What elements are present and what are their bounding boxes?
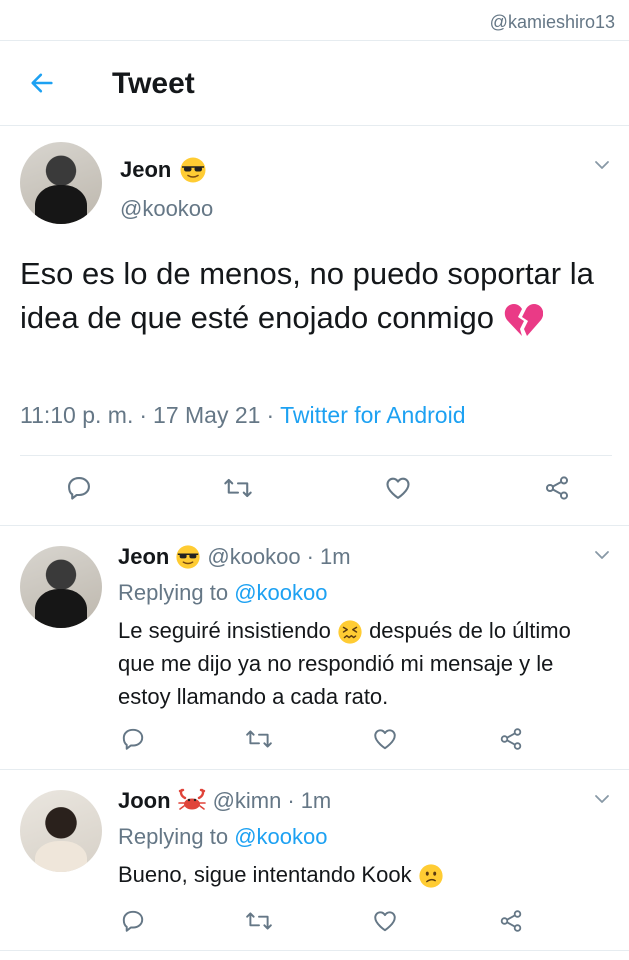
- replying-to-label: Replying to: [118, 580, 229, 605]
- broken-heart-emoji-icon: [504, 303, 543, 336]
- reply-icon: [68, 477, 90, 500]
- author-handle[interactable]: @kimn: [213, 788, 282, 814]
- author-handle[interactable]: @kookoo: [207, 544, 300, 570]
- tweet-actions: [64, 473, 572, 503]
- share-button[interactable]: [496, 906, 526, 936]
- author-name[interactable]: Joon: [118, 788, 171, 814]
- heart-icon: [374, 729, 396, 750]
- author-name: Jeon: [120, 157, 172, 182]
- sunglasses-emoji-icon: [176, 545, 200, 569]
- reply-button[interactable]: [64, 473, 94, 503]
- tweet-text-part: Le seguiré insistiendo: [118, 618, 331, 643]
- replying-to: Replying to @kookoo: [118, 824, 327, 850]
- heart-icon: [374, 911, 396, 932]
- divider: [20, 455, 612, 456]
- chevron-down-icon[interactable]: [594, 794, 610, 804]
- tweet-time: 1m: [300, 788, 332, 813]
- tweet-time: 11:10 p. m.: [20, 402, 134, 428]
- meta-separator: ·: [306, 544, 314, 569]
- top-bar: Tweet: [0, 40, 629, 126]
- like-button[interactable]: [370, 724, 400, 754]
- tweet-meta: 11:10 p. m. · 17 May 21 · Twitter for An…: [20, 402, 465, 429]
- meta-separator: ·: [139, 402, 148, 428]
- meta-separator: ·: [266, 402, 275, 428]
- retweet-icon: [224, 478, 253, 498]
- tweet-actions: [118, 906, 526, 936]
- like-button[interactable]: [370, 906, 400, 936]
- tweet-actions: [118, 724, 526, 754]
- reply-icon: [122, 910, 144, 932]
- tweet-text-part: Bueno, sigue intentando Kook: [118, 862, 412, 887]
- tweet-date: 17 May 21: [153, 402, 261, 428]
- reply-button[interactable]: [118, 724, 148, 754]
- reply-header: Jeon @kookoo · 1m: [118, 544, 351, 570]
- share-button[interactable]: [542, 473, 572, 503]
- sunglasses-emoji-icon: [180, 157, 206, 183]
- replying-to-label: Replying to: [118, 824, 229, 849]
- chevron-down-icon[interactable]: [594, 160, 610, 170]
- author-name[interactable]: Jeon: [118, 544, 169, 570]
- retweet-icon: [246, 730, 272, 748]
- retweet-button[interactable]: [244, 724, 274, 754]
- replying-to: Replying to @kookoo: [118, 580, 327, 606]
- replying-to-handle-link[interactable]: @kookoo: [234, 580, 327, 605]
- share-icon: [500, 910, 522, 932]
- tweet-text: Bueno, sigue intentando Kook: [118, 858, 598, 891]
- tweet-time: 1m: [319, 544, 351, 569]
- reply-tweet[interactable]: Joon @kimn · 1m Replying to @kookoo Buen…: [0, 770, 629, 960]
- share-button[interactable]: [496, 724, 526, 754]
- avatar[interactable]: [20, 546, 102, 628]
- tweet-client-link[interactable]: Twitter for Android: [280, 402, 465, 429]
- replying-to-handle-link[interactable]: @kookoo: [234, 824, 327, 849]
- watermark-text: @kamieshiro13: [489, 12, 615, 32]
- reply-tweet[interactable]: Jeon @kookoo · 1m Replying to @kookoo Le…: [0, 526, 629, 770]
- author-name-row[interactable]: Jeon: [120, 156, 207, 184]
- reply-header: Joon @kimn · 1m: [118, 788, 331, 814]
- retweet-button[interactable]: [244, 906, 274, 936]
- chevron-down-icon[interactable]: [594, 550, 610, 560]
- share-icon: [500, 728, 522, 750]
- tweet-text: Eso es lo de menos, no puedo soportar la…: [20, 252, 600, 340]
- retweet-icon: [246, 912, 272, 930]
- retweet-button[interactable]: [223, 473, 253, 503]
- avatar[interactable]: [20, 790, 102, 872]
- crab-emoji-icon: [177, 788, 206, 810]
- avatar[interactable]: [20, 142, 102, 224]
- heart-icon: [386, 477, 410, 499]
- author-handle[interactable]: @kookoo: [120, 196, 213, 222]
- reply-button[interactable]: [118, 906, 148, 936]
- tweet-text: Le seguiré insistiendo después de lo últ…: [118, 614, 598, 713]
- confused-face-emoji-icon: [419, 864, 443, 888]
- like-button[interactable]: [383, 473, 413, 503]
- page-title: Tweet: [112, 67, 195, 100]
- confounded-face-emoji-icon: [338, 620, 362, 644]
- share-icon: [545, 476, 569, 500]
- divider: [0, 950, 629, 951]
- reply-icon: [122, 728, 144, 750]
- meta-separator: ·: [287, 788, 295, 813]
- back-arrow-icon[interactable]: [28, 69, 56, 97]
